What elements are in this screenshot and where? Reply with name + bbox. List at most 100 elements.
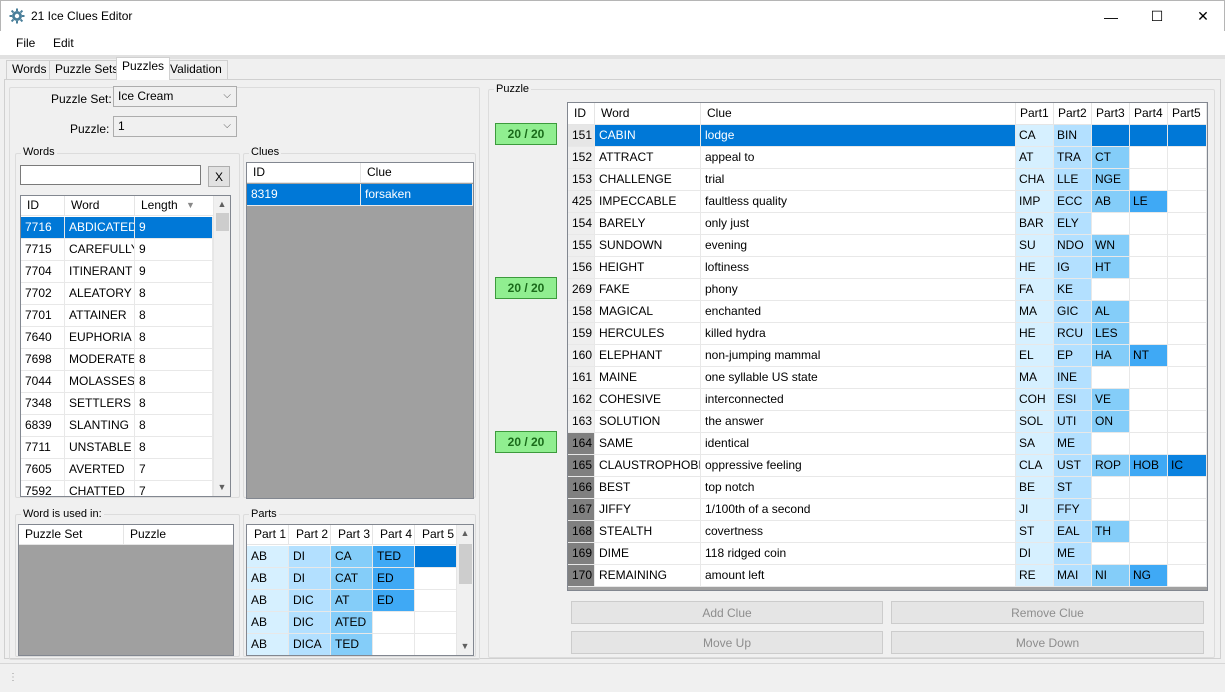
clues-list[interactable]: ID Clue 8319 forsaken — [246, 162, 474, 499]
puzzle-col-header[interactable]: Part4 — [1130, 103, 1168, 125]
word-row[interactable]: 7044 MOLASSES 8 — [21, 371, 213, 393]
remove-clue-button[interactable]: Remove Clue — [891, 601, 1204, 624]
puzzle-grid[interactable]: ID Word Clue Part1 Part2 Part3 Part4 Part5 151 C… — [567, 102, 1208, 591]
clue-col-clue-header[interactable]: Clue — [361, 163, 473, 183]
scroll-thumb[interactable] — [459, 544, 472, 584]
puzzle-col-header[interactable]: Part3 — [1092, 103, 1130, 125]
puzzle-col-header[interactable]: Part2 — [1054, 103, 1092, 125]
word-row[interactable]: 7348 SETTLERS 8 — [21, 393, 213, 415]
word-row[interactable]: 7698 MODERATE 8 — [21, 349, 213, 371]
word-row[interactable]: 7640 EUPHORIA 8 — [21, 327, 213, 349]
word-row[interactable]: 7711 UNSTABLE 8 — [21, 437, 213, 459]
part2-cell: GIC — [1054, 301, 1092, 323]
scroll-thumb[interactable] — [216, 213, 229, 231]
puzzle-col-header[interactable]: Part5 — [1168, 103, 1207, 125]
puzzle-col-header[interactable]: Clue — [701, 103, 1016, 125]
puzzle-set-select[interactable]: Ice Cream ⌵ — [113, 86, 237, 107]
puzzle-row[interactable]: 158 MAGICAL enchanted MA GIC AL — [568, 301, 1207, 323]
parts-list[interactable]: Part 1 Part 2 Part 3 Part 4 Part 5 AB DI CA TED… — [246, 524, 474, 656]
part-col-header[interactable]: Part 1 — [247, 525, 289, 545]
parts-row[interactable]: ABDICATED — [247, 568, 457, 590]
scroll-down-icon[interactable]: ▼ — [214, 479, 230, 496]
word-row[interactable]: 7704 ITINERANT 9 — [21, 261, 213, 283]
puzzle-select[interactable]: 1 ⌵ — [113, 116, 237, 137]
puzzle-row[interactable]: 425 IMPECCABLE faultless quality IMP ECC AB LE — [568, 191, 1207, 213]
word-row[interactable]: 7702 ALEATORY 8 — [21, 283, 213, 305]
puzzle-row[interactable]: 165 CLAUSTROPHOBIC oppressive feeling CLA US… — [568, 455, 1207, 477]
clue-col-id-header[interactable]: ID — [247, 163, 361, 183]
puzzle-row[interactable]: 161 MAINE one syllable US state MA INE — [568, 367, 1207, 389]
word-row[interactable]: 7715 CAREFULLY 9 — [21, 239, 213, 261]
puzzle-row[interactable]: 167 JIFFY 1/100th of a second JI FFY — [568, 499, 1207, 521]
puzzle-row[interactable]: 168 STEALTH covertness ST EAL TH — [568, 521, 1207, 543]
puzzle-clue-cell: faultless quality — [701, 191, 1016, 213]
puzzle-col-header[interactable]: Part1 — [1016, 103, 1054, 125]
puzzle-col-header[interactable]: Word — [595, 103, 701, 125]
puzzle-row[interactable]: 170 REMAINING amount left RE MAI NI NG — [568, 565, 1207, 587]
part5-cell — [1168, 191, 1207, 213]
col-id-header[interactable]: ID — [21, 196, 65, 216]
part-col-header[interactable]: Part 3 — [331, 525, 373, 545]
add-clue-button[interactable]: Add Clue — [571, 601, 883, 624]
word-search-input[interactable] — [20, 165, 201, 185]
puzzle-title: Puzzle — [494, 83, 532, 95]
part3-cell: HA — [1092, 345, 1130, 367]
puzzle-row[interactable]: 162 COHESIVE interconnected COH ESI VE — [568, 389, 1207, 411]
clear-search-button[interactable]: X — [208, 166, 230, 187]
maximize-button[interactable]: ☐ — [1134, 1, 1180, 32]
parts-row[interactable]: ABDICATED — [247, 634, 457, 655]
part5-cell — [1168, 125, 1207, 147]
parts-row[interactable]: ABDICATED — [247, 546, 457, 568]
move-up-button[interactable]: Move Up — [571, 631, 883, 654]
parts-scrollbar[interactable]: ▲ ▼ — [456, 525, 473, 655]
col-puzzle-set-header[interactable]: Puzzle Set — [19, 525, 124, 545]
scroll-up-icon[interactable]: ▲ — [214, 196, 230, 213]
puzzle-row[interactable]: 151 CABIN lodge CA BIN — [568, 125, 1207, 147]
scroll-up-icon[interactable]: ▲ — [457, 525, 473, 542]
puzzle-col-header[interactable]: ID — [568, 103, 595, 125]
words-list[interactable]: ID Word Length ▼ 7716 ABDICATED 9 7715 CAREF… — [20, 195, 231, 497]
col-word-header[interactable]: Word — [65, 196, 135, 216]
tab-puzzle-sets[interactable]: Puzzle Sets — [49, 60, 125, 79]
part2-cell: IG — [1054, 257, 1092, 279]
word-row[interactable]: 7701 ATTAINER 8 — [21, 305, 213, 327]
puzzle-row[interactable]: 269 FAKE phony FA KE — [568, 279, 1207, 301]
col-length-header[interactable]: Length — [135, 196, 215, 216]
puzzle-row[interactable]: 169 DIME 118 ridged coin DI ME — [568, 543, 1207, 565]
puzzle-row[interactable]: 163 SOLUTION the answer SOL UTI ON — [568, 411, 1207, 433]
move-down-button[interactable]: Move Down — [891, 631, 1204, 654]
clue-row[interactable]: 8319 forsaken — [247, 184, 473, 206]
puzzle-row[interactable]: 164 SAME identical SA ME — [568, 433, 1207, 455]
part-col-header[interactable]: Part 4 — [373, 525, 415, 545]
words-scrollbar[interactable]: ▲ ▼ — [213, 196, 230, 496]
scroll-down-icon[interactable]: ▼ — [457, 638, 473, 655]
minimize-button[interactable]: — — [1088, 1, 1134, 32]
menu-edit[interactable]: Edit — [53, 36, 74, 50]
part2-cell: ECC — [1054, 191, 1092, 213]
puzzle-row[interactable]: 156 HEIGHT loftiness HE IG HT — [568, 257, 1207, 279]
close-button[interactable]: ✕ — [1180, 1, 1225, 32]
word-text-cell: MODERATE — [65, 349, 135, 371]
puzzle-row[interactable]: 155 SUNDOWN evening SU NDO WN — [568, 235, 1207, 257]
word-row[interactable]: 7592 CHATTED 7 — [21, 481, 213, 496]
tab-validation[interactable]: Validation — [164, 60, 228, 79]
puzzle-row[interactable]: 160 ELEPHANT non-jumping mammal EL EP HA NT — [568, 345, 1207, 367]
puzzle-row[interactable]: 153 CHALLENGE trial CHA LLE NGE — [568, 169, 1207, 191]
tab-words[interactable]: Words — [6, 60, 53, 79]
menu-file[interactable]: File — [16, 36, 35, 50]
col-puzzle-header[interactable]: Puzzle — [124, 525, 233, 545]
word-row[interactable]: 7605 AVERTED 7 — [21, 459, 213, 481]
puzzle-row[interactable]: 159 HERCULES killed hydra HE RCU LES — [568, 323, 1207, 345]
part-col-header[interactable]: Part 2 — [289, 525, 331, 545]
tab-puzzles[interactable]: Puzzles — [116, 57, 171, 80]
word-row[interactable]: 7716 ABDICATED 9 — [21, 217, 213, 239]
used-in-list[interactable]: Puzzle Set Puzzle — [18, 524, 234, 656]
puzzle-row[interactable]: 166 BEST top notch BE ST — [568, 477, 1207, 499]
puzzle-row[interactable]: 152 ATTRACT appeal to AT TRA CT — [568, 147, 1207, 169]
puzzle-row[interactable]: 154 BARELY only just BAR ELY — [568, 213, 1207, 235]
word-row[interactable]: 6839 SLANTING 8 — [21, 415, 213, 437]
parts-row[interactable]: ABDICATED — [247, 612, 457, 634]
parts-row[interactable]: ABDICATED — [247, 590, 457, 612]
part2-cell: ME — [1054, 543, 1092, 565]
part-col-header[interactable]: Part 5 — [415, 525, 457, 545]
